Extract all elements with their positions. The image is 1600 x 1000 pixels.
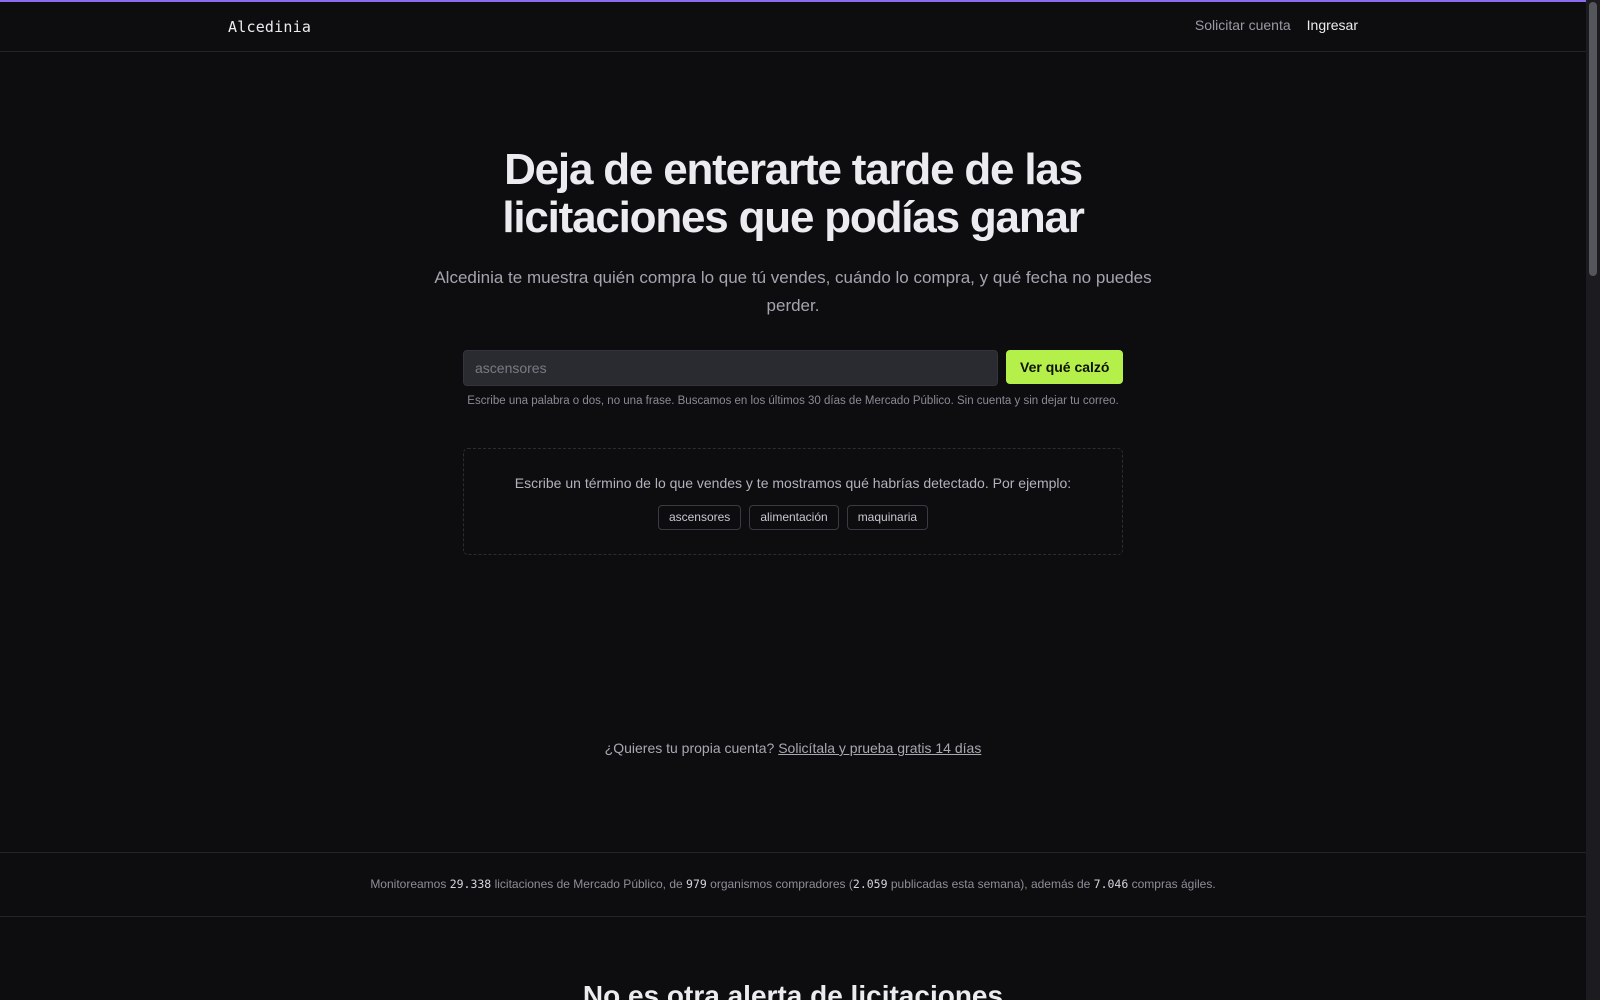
next-section-title: No es otra alerta de licitaciones (582, 980, 1004, 1000)
stat-organisms-count: 979 (686, 877, 707, 891)
top-nav: Alcedinia Solicitar cuenta Ingresar (0, 2, 1586, 52)
hero-title-line-1: Deja de enterarte tarde de las (504, 145, 1083, 194)
search-submit-button[interactable]: Ver qué calzó (1006, 350, 1124, 384)
request-account-link[interactable]: Solicitar cuenta (1195, 17, 1291, 33)
stats-text-4: publicadas esta semana), además de (890, 877, 1091, 891)
cta-trial-link[interactable]: Solicítala y prueba gratis 14 días (778, 740, 981, 756)
hero-subtitle: Alcedinia te muestra quién compra lo que… (434, 268, 1152, 315)
stats-text-1: Monitoreamos (370, 877, 447, 891)
search-row: Ver qué calzó (463, 350, 1124, 386)
stat-tenders-count: 29.338 (449, 877, 492, 891)
search-input[interactable] (463, 350, 998, 386)
example-chip-alimentacion[interactable]: alimentación (749, 505, 839, 530)
hero-title-line-2: licitaciones que podías ganar (502, 193, 1085, 242)
account-cta: ¿Quieres tu propia cuenta? Solicítala y … (0, 740, 1586, 756)
stat-agile-count: 7.046 (1093, 877, 1129, 891)
stat-week-count: 2.059 (852, 877, 888, 891)
stats-text: Monitoreamos 29.338 licitaciones de Merc… (0, 877, 1586, 891)
login-link[interactable]: Ingresar (1307, 17, 1358, 33)
examples-box: Escribe un término de lo que vendes y te… (463, 448, 1123, 555)
stats-text-3: organismos compradores ( (710, 877, 853, 891)
example-chip-ascensores[interactable]: ascensores (657, 505, 742, 530)
example-chip-maquinaria[interactable]: maquinaria (846, 505, 929, 530)
stats-band: Monitoreamos 29.338 licitaciones de Merc… (0, 852, 1586, 917)
example-chips: ascensores alimentación maquinaria (464, 505, 1122, 530)
cta-text: ¿Quieres tu propia cuenta? (604, 740, 775, 756)
examples-intro: Escribe un término de lo que vendes y te… (514, 475, 1072, 491)
brand-logo[interactable]: Alcedinia (228, 18, 311, 36)
page-scrollbar[interactable] (1586, 0, 1600, 1000)
hero-title: Deja de enterarte tarde de las licitacio… (0, 146, 1586, 242)
search-hint: Escribe una palabra o dos, no una frase.… (467, 395, 1119, 407)
scrollbar-thumb[interactable] (1589, 2, 1597, 276)
stats-text-5: compras ágiles. (1131, 877, 1216, 891)
stats-text-2: licitaciones de Mercado Público, de (494, 877, 683, 891)
nav-links: Solicitar cuenta Ingresar (1195, 17, 1358, 33)
